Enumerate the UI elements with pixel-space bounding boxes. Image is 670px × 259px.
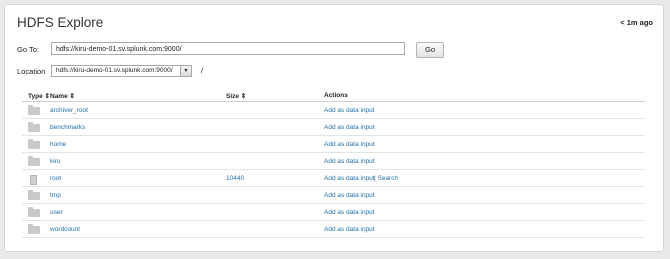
add-data-input-link[interactable]: Add as data input — [324, 226, 375, 233]
last-updated-label: < 1m ago — [620, 18, 653, 27]
table-row: root 10440 Add as data input | Search — [22, 170, 645, 187]
column-actions: Actions — [324, 92, 348, 99]
entry-name-link[interactable]: tmp — [50, 192, 61, 199]
add-data-input-link[interactable]: Add as data input — [324, 124, 375, 131]
add-data-input-link[interactable]: Add as data input — [324, 141, 375, 148]
entry-name-link[interactable]: home — [50, 141, 66, 148]
table-row: tmp Add as data input — [22, 187, 645, 204]
add-data-input-link[interactable]: Add as data input — [324, 158, 375, 165]
chevron-down-icon: ▾ — [180, 66, 191, 76]
table-row: home Add as data input — [22, 136, 645, 153]
search-link[interactable]: | Search — [374, 175, 398, 182]
folder-icon — [28, 156, 40, 166]
table-row: kiru Add as data input — [22, 153, 645, 170]
folder-icon — [28, 224, 40, 234]
location-path: / — [201, 66, 204, 75]
folder-icon — [28, 207, 40, 217]
hdfs-file-table: Type ⇕ Name ⇕ Size ⇕ Actions archiver_ro… — [22, 89, 645, 238]
add-data-input-link[interactable]: Add as data input — [324, 192, 375, 199]
table-row: user Add as data input — [22, 204, 645, 221]
entry-name-link[interactable]: user — [50, 209, 63, 216]
location-label: Location — [17, 67, 46, 76]
entry-size: 10440 — [226, 175, 245, 182]
entry-name-link[interactable]: root — [50, 175, 61, 182]
go-button[interactable]: Go — [416, 42, 444, 58]
column-size[interactable]: Size ⇕ — [226, 92, 246, 100]
folder-icon — [28, 122, 40, 132]
hdfs-explore-panel: HDFS Explore < 1m ago Go To: hdfs://kiru… — [4, 4, 664, 252]
table-row: archiver_root Add as data input — [22, 102, 645, 119]
entry-name-link[interactable]: wordcount — [50, 226, 80, 233]
goto-label: Go To: — [17, 45, 39, 54]
folder-icon — [28, 139, 40, 149]
page-title: HDFS Explore — [17, 15, 104, 30]
table-row: wordcount Add as data input — [22, 221, 645, 238]
column-type[interactable]: Type ⇕ — [28, 92, 50, 100]
file-icon — [30, 175, 37, 185]
add-data-input-link[interactable]: Add as data input — [324, 175, 375, 182]
goto-input[interactable]: hdfs://kiru-demo-01.sv.splunk.com:9000/ — [51, 42, 405, 55]
add-data-input-link[interactable]: Add as data input — [324, 107, 375, 114]
entry-name-link[interactable]: kiru — [50, 158, 60, 165]
folder-icon — [28, 105, 40, 115]
column-name[interactable]: Name ⇕ — [50, 92, 75, 100]
add-data-input-link[interactable]: Add as data input — [324, 209, 375, 216]
folder-icon — [28, 190, 40, 200]
location-select-value: hdfs://kiru-demo-01.sv.splunk.com:9000/ — [56, 67, 173, 74]
entry-name-link[interactable]: benchmarks — [50, 124, 85, 131]
location-select[interactable]: hdfs://kiru-demo-01.sv.splunk.com:9000/ … — [51, 65, 192, 77]
entry-name-link[interactable]: archiver_root — [50, 107, 88, 114]
table-row: benchmarks Add as data input — [22, 119, 645, 136]
table-header: Type ⇕ Name ⇕ Size ⇕ Actions — [22, 89, 645, 102]
